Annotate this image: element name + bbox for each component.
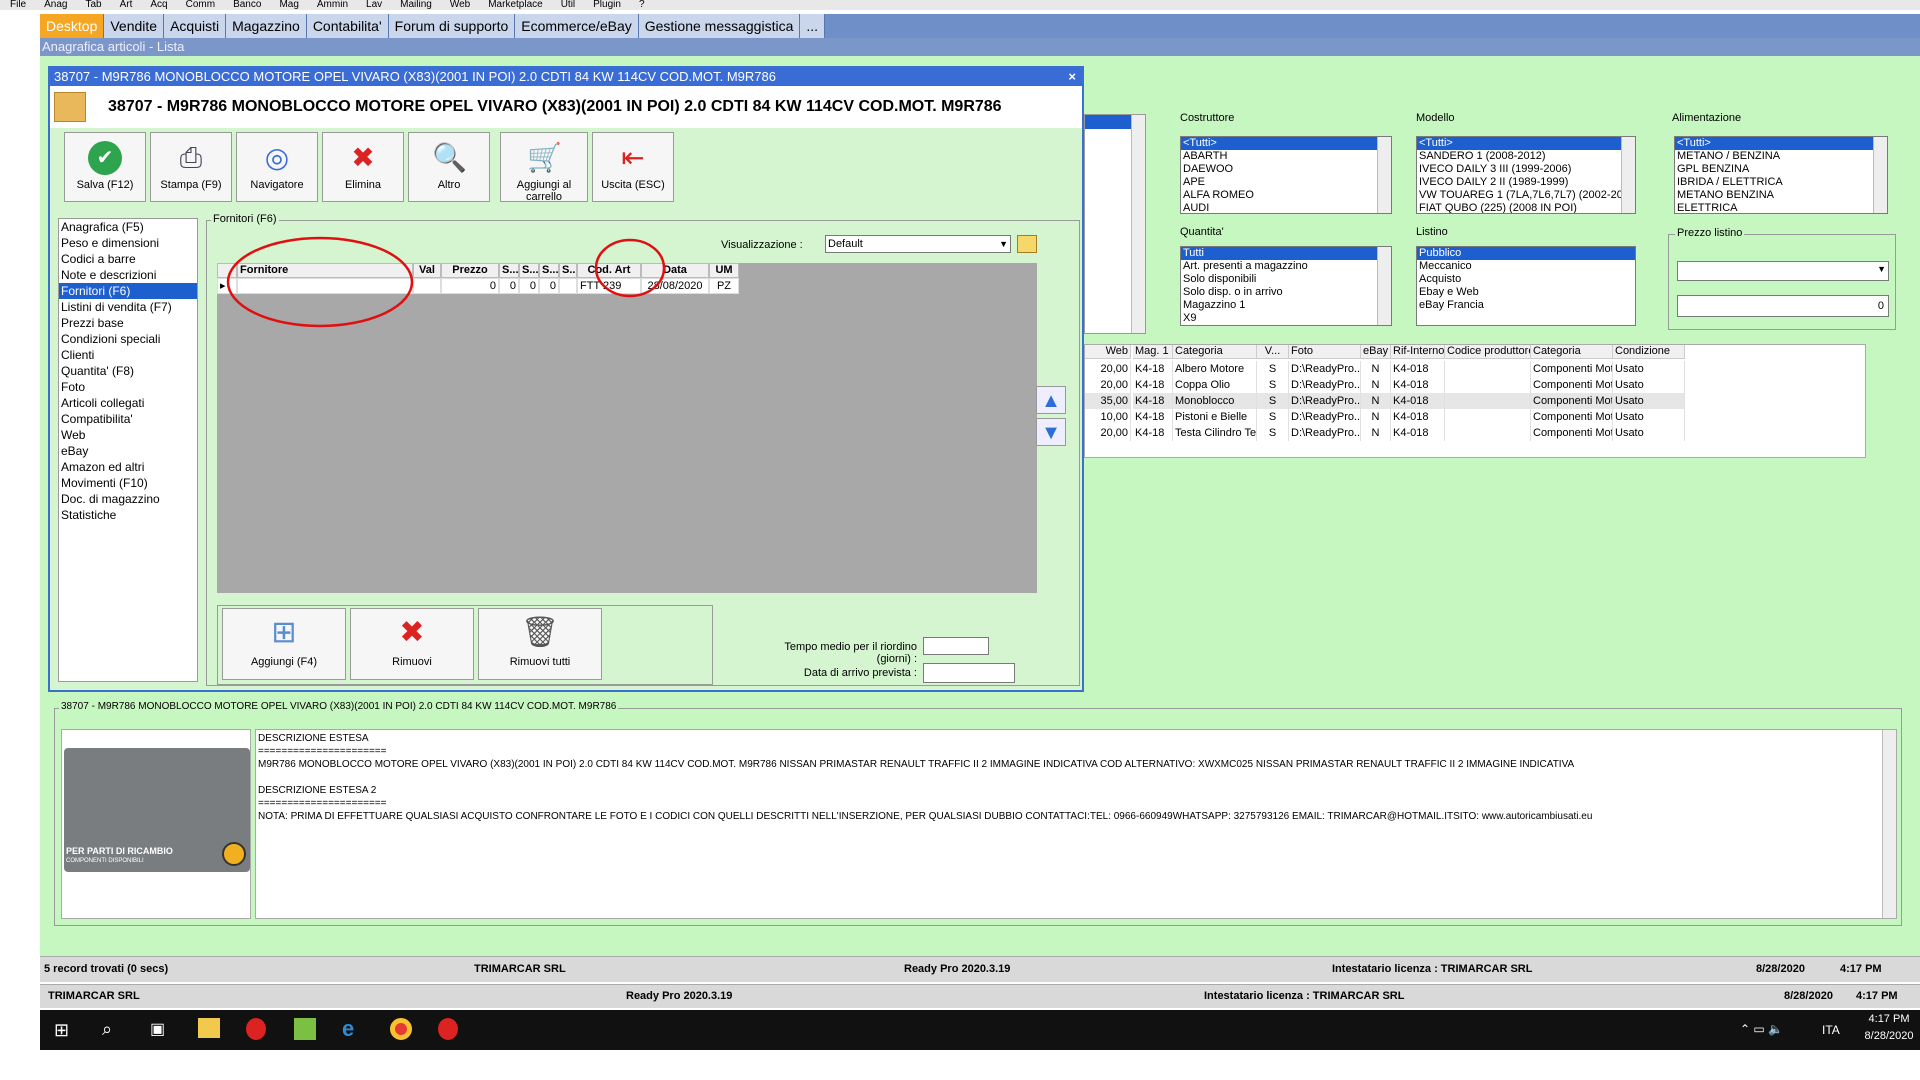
- status-text: TRIMARCAR SRL: [48, 990, 140, 1002]
- app-strawberry-icon-2[interactable]: [438, 1018, 458, 1040]
- language-indicator[interactable]: ITA: [1822, 1023, 1840, 1037]
- tool-app-icon[interactable]: [294, 1018, 316, 1040]
- annotation-circle-fornitore: [226, 236, 414, 328]
- description-line: ======================: [258, 746, 387, 757]
- tray-icons[interactable]: ⌃ ▭ 🔈: [1740, 1022, 1783, 1036]
- status-text: 4:17 PM: [1840, 963, 1882, 975]
- status-text: Ready Pro 2020.3.19: [904, 963, 1011, 975]
- clock-time[interactable]: 4:17 PM: [1864, 1013, 1914, 1025]
- chrome-icon[interactable]: [390, 1018, 412, 1040]
- description-line: ======================: [258, 798, 387, 809]
- status-bar-main: TRIMARCAR SRL Ready Pro 2020.3.19 Intestat…: [40, 984, 1920, 1008]
- detail-panel: 38707 - M9R786 MONOBLOCCO MOTORE OPEL VI…: [54, 701, 1902, 926]
- description-line: M9R786 MONOBLOCCO MOTORE OPEL VIVARO (X8…: [258, 759, 1575, 770]
- status-text: Intestatario licenza : TRIMARCAR SRL: [1204, 990, 1405, 1002]
- internet-explorer-icon[interactable]: e: [342, 1016, 354, 1042]
- clock-date[interactable]: 8/28/2020: [1860, 1030, 1918, 1042]
- description-line: [258, 771, 1894, 784]
- status-text: 4:17 PM: [1856, 990, 1898, 1002]
- description-line: DESCRIZIONE ESTESA 2: [258, 785, 377, 796]
- article-photo[interactable]: PER PARTI DI RICAMBIO COMPONENTI DISPONI…: [61, 729, 251, 919]
- photo-caption: PER PARTI DI RICAMBIO: [66, 846, 173, 856]
- annotation-circle-codart: [594, 238, 666, 298]
- status-text: Ready Pro 2020.3.19: [626, 990, 733, 1002]
- status-text: Intestatario licenza : TRIMARCAR SRL: [1332, 963, 1533, 975]
- status-text: 8/28/2020: [1784, 990, 1833, 1002]
- file-explorer-icon[interactable]: [198, 1018, 220, 1038]
- description-text[interactable]: DESCRIZIONE ESTESA ======================…: [255, 729, 1897, 919]
- photo-subcaption: COMPONENTI DISPONIBILI: [66, 858, 144, 864]
- search-icon[interactable]: ⌕: [102, 1019, 112, 1040]
- status-bar-app: 5 record trovati (0 secs) TRIMARCAR SRL Re…: [40, 956, 1920, 982]
- status-text: TRIMARCAR SRL: [474, 963, 566, 975]
- windows-start-icon[interactable]: ⊞: [54, 1020, 69, 1041]
- task-view-icon[interactable]: ▣: [150, 1019, 165, 1039]
- description-line: DESCRIZIONE ESTESA: [258, 733, 369, 744]
- engine-image: PER PARTI DI RICAMBIO COMPONENTI DISPONI…: [64, 748, 250, 872]
- status-text: 8/28/2020: [1756, 963, 1805, 975]
- windows-taskbar: ⊞ ⌕ ▣ e ⌃ ▭ 🔈 ITA 4:17 PM 8/28/2020: [40, 1010, 1920, 1050]
- app-strawberry-icon[interactable]: [246, 1018, 266, 1040]
- status-text: 5 record trovati (0 secs): [44, 963, 169, 975]
- detail-title: 38707 - M9R786 MONOBLOCCO MOTORE OPEL VI…: [59, 701, 619, 712]
- badge-icon: [222, 842, 246, 866]
- description-line: NOTA: PRIMA DI EFFETTUARE QUALSIASI ACQU…: [258, 811, 1593, 822]
